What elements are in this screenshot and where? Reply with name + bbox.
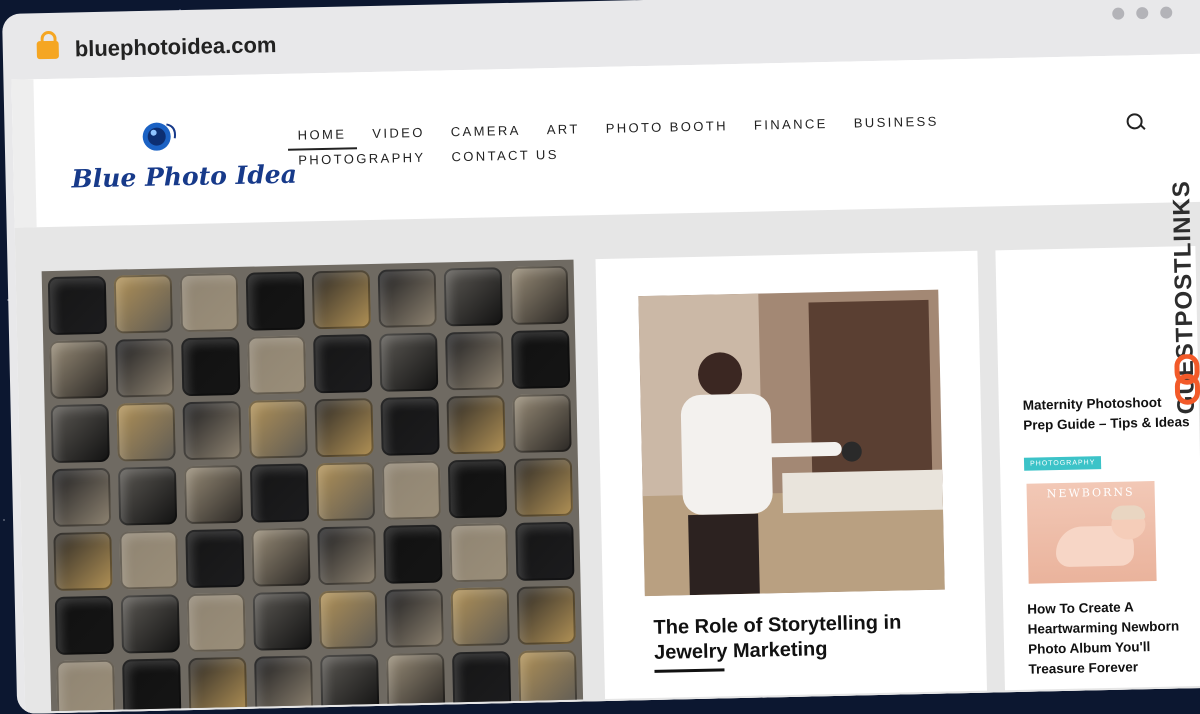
mosaic-tile xyxy=(122,658,182,712)
mosaic-tile xyxy=(384,588,444,648)
mosaic-tile xyxy=(183,464,244,525)
nav-video[interactable]: VIDEO xyxy=(372,125,425,143)
window-controls xyxy=(1112,6,1173,20)
nav-camera[interactable]: CAMERA xyxy=(451,123,521,142)
mosaic-tile xyxy=(383,524,443,584)
lock-icon xyxy=(36,40,59,60)
mosaic-tile xyxy=(450,587,510,647)
mosaic-tile xyxy=(318,589,378,650)
web-page: Blue Photo Idea HOME VIDEO CAMERA ART PH… xyxy=(11,53,1200,714)
newborn-image-text: NEWBORNS xyxy=(1046,485,1135,501)
mosaic-tile xyxy=(56,659,116,712)
search-icon[interactable] xyxy=(1126,113,1143,130)
mosaic-tile xyxy=(515,521,575,581)
nav-business[interactable]: BUSINESS xyxy=(854,114,939,133)
baby-cap xyxy=(1110,505,1146,520)
main-navigation: HOME VIDEO CAMERA ART PHOTO BOOTH FINANC… xyxy=(298,112,999,177)
site-header: Blue Photo Idea HOME VIDEO CAMERA ART PH… xyxy=(11,53,1200,228)
mosaic-tile xyxy=(380,396,440,456)
mosaic-tile xyxy=(511,329,571,389)
mosaic-tile xyxy=(381,460,442,520)
mosaic-tile xyxy=(516,585,576,645)
mosaic-tile xyxy=(179,272,239,333)
mosaic-tile xyxy=(181,336,241,397)
mosaic-tile xyxy=(186,592,246,653)
title-underline xyxy=(654,668,725,673)
nav-home[interactable]: HOME xyxy=(298,127,347,145)
mosaic-tile xyxy=(386,652,446,712)
browser-window: bluephotoidea.com Blue Photo Idea HOME V… xyxy=(2,0,1200,714)
logo-text: Blue Photo Idea xyxy=(71,159,298,194)
mosaic-tile xyxy=(446,395,506,455)
mosaic-tile xyxy=(447,459,508,519)
article-card[interactable]: The Role of Storytelling in Jewelry Mark… xyxy=(595,250,987,700)
mosaic-tile xyxy=(320,653,380,712)
mosaic-tile xyxy=(248,399,308,459)
featured-image-mosaic[interactable] xyxy=(41,259,584,712)
mosaic-tile xyxy=(51,467,112,528)
mosaic-tile xyxy=(449,523,509,583)
article-title[interactable]: The Role of Storytelling in Jewelry Mark… xyxy=(653,610,944,666)
mosaic-tile xyxy=(182,400,242,461)
mosaic-tile xyxy=(313,334,373,394)
mosaic-tile xyxy=(252,591,312,651)
mosaic-tile xyxy=(245,271,305,331)
site-logo[interactable]: Blue Photo Idea xyxy=(70,116,297,200)
mosaic-tile xyxy=(317,525,377,586)
mosaic-tile xyxy=(445,331,505,391)
nav-art[interactable]: ART xyxy=(547,121,580,139)
mosaic-tile xyxy=(377,268,437,328)
mosaic-tile xyxy=(254,655,314,712)
url-text[interactable]: bluephotoidea.com xyxy=(75,32,277,62)
mosaic-tile xyxy=(54,595,114,655)
mosaic-tile xyxy=(311,270,371,330)
category-badge[interactable]: PHOTOGRAPHY xyxy=(1023,456,1102,471)
newborn-image[interactable]: NEWBORNS xyxy=(1026,480,1157,584)
mosaic-tile xyxy=(509,265,569,325)
window-dot-icon[interactable] xyxy=(1136,6,1149,20)
mosaic-tile xyxy=(115,338,175,398)
mosaic-tile xyxy=(120,594,180,654)
mosaic-tile xyxy=(247,335,307,395)
mosaic-tile xyxy=(315,461,376,522)
window-dot-icon[interactable] xyxy=(1160,6,1173,19)
mosaic-tile xyxy=(443,267,503,327)
mosaic-tile xyxy=(249,463,310,523)
camera-lens-icon xyxy=(142,122,177,151)
sidebar-post-title[interactable]: How To Create A Heartwarming Newborn Pho… xyxy=(1027,596,1199,680)
window-dot-icon[interactable] xyxy=(1112,7,1125,20)
mosaic-tile xyxy=(188,656,248,712)
mosaic-tile xyxy=(53,531,113,591)
link-icon xyxy=(1174,353,1200,405)
mosaic-tile xyxy=(314,398,374,458)
mosaic-tile xyxy=(117,466,178,526)
mosaic-tile xyxy=(251,527,311,587)
jewelry-store-image[interactable] xyxy=(638,289,945,597)
header-strip xyxy=(11,79,37,228)
nav-contact-us[interactable]: CONTACT US xyxy=(451,147,559,166)
mosaic-tile xyxy=(185,528,245,589)
mosaic-tile xyxy=(50,403,110,464)
mosaic-tile xyxy=(47,275,108,336)
mosaic-tile xyxy=(379,332,439,392)
mosaic-tile xyxy=(513,457,574,517)
mosaic-tile xyxy=(49,339,109,400)
watermark: GUESTPOSTLINKS xyxy=(1162,114,1200,415)
mosaic-tile xyxy=(113,274,173,334)
nav-finance[interactable]: FINANCE xyxy=(754,116,828,135)
nav-photo-booth[interactable]: PHOTO BOOTH xyxy=(606,118,729,138)
nav-photography[interactable]: PHOTOGRAPHY xyxy=(298,150,426,170)
mosaic-tile xyxy=(116,402,176,462)
jewelry-store-illustration xyxy=(638,289,945,597)
mosaic-tile xyxy=(119,530,179,590)
mosaic-tile xyxy=(512,393,572,453)
